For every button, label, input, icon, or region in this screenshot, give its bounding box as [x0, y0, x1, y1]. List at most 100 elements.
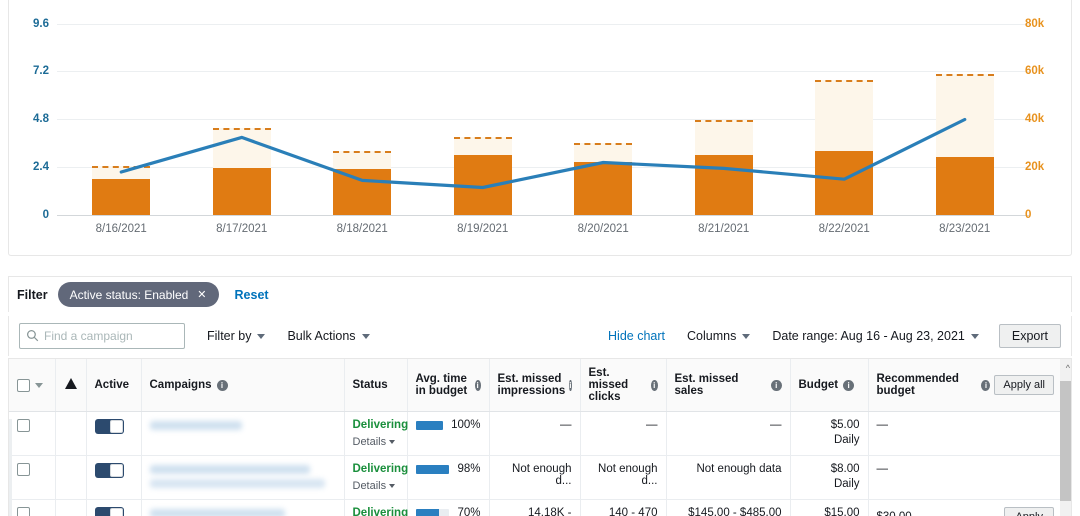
- info-icon[interactable]: i: [569, 380, 571, 391]
- active-toggle[interactable]: [95, 507, 124, 516]
- campaign-name-redacted: [150, 465, 336, 488]
- warning-triangle-icon: [65, 378, 77, 389]
- th-select-all[interactable]: [9, 359, 55, 412]
- budget-amount: $8.00: [799, 463, 860, 475]
- row-missed-impressions-cell: 14.18K - 42.59K: [489, 500, 580, 516]
- row-missed-sales-cell: —: [666, 412, 790, 456]
- row-recommended-budget-cell: —: [868, 456, 1062, 500]
- recommended-budget-value: —: [877, 463, 889, 475]
- chevron-down-icon: [971, 334, 979, 339]
- info-icon[interactable]: i: [771, 380, 782, 391]
- date-range-dropdown[interactable]: Date range: Aug 16 - Aug 23, 2021: [772, 329, 979, 343]
- avg-time-meter: [416, 421, 444, 430]
- budget-type: Daily: [799, 434, 860, 446]
- table-row[interactable]: DeliveringDetails70%14.18K - 42.59K140 -…: [9, 500, 1062, 516]
- date-range-label: Date range: Aug 16 - Aug 23, 2021: [772, 329, 965, 343]
- x-axis-tick-label: 8/19/2021: [438, 223, 528, 235]
- table-left-accent: [9, 419, 12, 516]
- chevron-down-icon[interactable]: [35, 383, 43, 388]
- th-budget[interactable]: Budget i: [790, 359, 868, 412]
- row-campaign-cell[interactable]: [141, 500, 344, 516]
- chevron-down-icon: [742, 334, 750, 339]
- row-status-cell: DeliveringDetails: [344, 500, 407, 516]
- row-active-cell[interactable]: [86, 412, 141, 456]
- row-avg-time-cell: 100%: [407, 412, 489, 456]
- row-campaign-cell[interactable]: [141, 456, 344, 500]
- row-missed-sales-cell: Not enough data: [666, 456, 790, 500]
- row-budget-cell[interactable]: $8.00Daily: [790, 456, 868, 500]
- th-missed-sales-label: Est. missed sales: [675, 373, 767, 397]
- th-est-missed-impressions[interactable]: Est. missed impressions i: [489, 359, 580, 412]
- row-checkbox[interactable]: [17, 507, 30, 516]
- table-header-row: Active Campaigns i Status Avg. time in b…: [9, 359, 1062, 412]
- close-icon[interactable]: ✕: [197, 288, 206, 301]
- apply-button[interactable]: Apply: [1004, 507, 1054, 516]
- th-active[interactable]: Active: [86, 359, 141, 412]
- recommended-budget-value: —: [877, 419, 889, 431]
- campaigns-table-wrapper: Active Campaigns i Status Avg. time in b…: [8, 358, 1072, 516]
- th-est-missed-sales[interactable]: Est. missed sales i: [666, 359, 790, 412]
- filter-by-dropdown[interactable]: Filter by: [207, 329, 265, 343]
- row-recommended-budget-cell: $30.00Apply: [868, 500, 1062, 516]
- columns-label: Columns: [687, 329, 736, 343]
- row-warning-cell: [55, 456, 86, 500]
- row-status-cell: DeliveringDetails: [344, 412, 407, 456]
- row-campaign-cell[interactable]: [141, 412, 344, 456]
- th-budget-label: Budget: [799, 379, 839, 391]
- select-all-checkbox[interactable]: [17, 379, 30, 392]
- scrollbar-thumb[interactable]: [1060, 381, 1071, 501]
- filter-label: Filter: [17, 288, 48, 302]
- row-select-cell[interactable]: [9, 412, 55, 456]
- th-status[interactable]: Status: [344, 359, 407, 412]
- row-budget-cell[interactable]: $15.00Daily: [790, 500, 868, 516]
- chart-panel: 9.6 7.2 4.8 2.4 0 80k 60k 40k 20k 0 8/16…: [8, 0, 1072, 256]
- row-select-cell[interactable]: [9, 456, 55, 500]
- info-icon[interactable]: i: [651, 380, 658, 391]
- th-est-missed-clicks[interactable]: Est. missed clicks i: [580, 359, 666, 412]
- avg-time-value: 70%: [457, 507, 480, 516]
- status-badge: Delivering: [353, 507, 399, 516]
- row-avg-time-cell: 98%: [407, 456, 489, 500]
- table-row[interactable]: DeliveringDetails100%———$5.00Daily—: [9, 412, 1062, 456]
- avg-time-meter: [416, 465, 450, 474]
- active-toggle[interactable]: [95, 463, 124, 478]
- hide-chart-link[interactable]: Hide chart: [608, 329, 665, 343]
- reset-filters-link[interactable]: Reset: [235, 288, 269, 302]
- th-rec-budget-label: Recommended budget: [877, 373, 978, 397]
- filter-pill-active-status[interactable]: Active status: Enabled ✕: [58, 282, 219, 307]
- row-active-cell[interactable]: [86, 456, 141, 500]
- search-input-wrapper[interactable]: Find a campaign: [19, 323, 185, 349]
- chart-area: 9.6 7.2 4.8 2.4 0 80k 60k 40k 20k 0 8/16…: [9, 0, 1073, 256]
- info-icon[interactable]: i: [475, 380, 481, 391]
- info-icon[interactable]: i: [843, 380, 854, 391]
- row-missed-clicks-cell: Not enough d...: [580, 456, 666, 500]
- chevron-down-icon: [362, 334, 370, 339]
- info-icon[interactable]: i: [217, 380, 228, 391]
- details-toggle[interactable]: Details: [353, 436, 396, 448]
- table-scrollbar[interactable]: ^: [1060, 359, 1071, 516]
- active-toggle[interactable]: [95, 419, 124, 434]
- line-series: [9, 0, 1073, 256]
- row-active-cell[interactable]: [86, 500, 141, 516]
- apply-all-button[interactable]: Apply all: [994, 375, 1054, 395]
- info-icon[interactable]: i: [981, 380, 990, 391]
- row-budget-cell[interactable]: $5.00Daily: [790, 412, 868, 456]
- th-campaigns[interactable]: Campaigns i: [141, 359, 344, 412]
- chevron-up-icon[interactable]: ^: [1066, 363, 1070, 373]
- campaign-name-redacted: [150, 421, 336, 430]
- chevron-down-icon: [389, 484, 395, 488]
- chevron-down-icon: [257, 334, 265, 339]
- columns-dropdown[interactable]: Columns: [687, 329, 750, 343]
- bulk-actions-dropdown[interactable]: Bulk Actions: [287, 329, 369, 343]
- th-missed-impr-label: Est. missed impressions: [498, 373, 566, 397]
- table-row[interactable]: DeliveringDetails98% Not enough d...Not e…: [9, 456, 1062, 500]
- row-checkbox[interactable]: [17, 463, 30, 476]
- th-avg-time-in-budget[interactable]: Avg. time in budget i: [407, 359, 489, 412]
- toggle-knob: [110, 464, 123, 477]
- row-select-cell[interactable]: [9, 500, 55, 516]
- chevron-down-icon: [389, 440, 395, 444]
- row-checkbox[interactable]: [17, 419, 30, 432]
- row-status-cell: DeliveringDetails: [344, 456, 407, 500]
- export-button[interactable]: Export: [999, 324, 1061, 348]
- details-toggle[interactable]: Details: [353, 480, 396, 492]
